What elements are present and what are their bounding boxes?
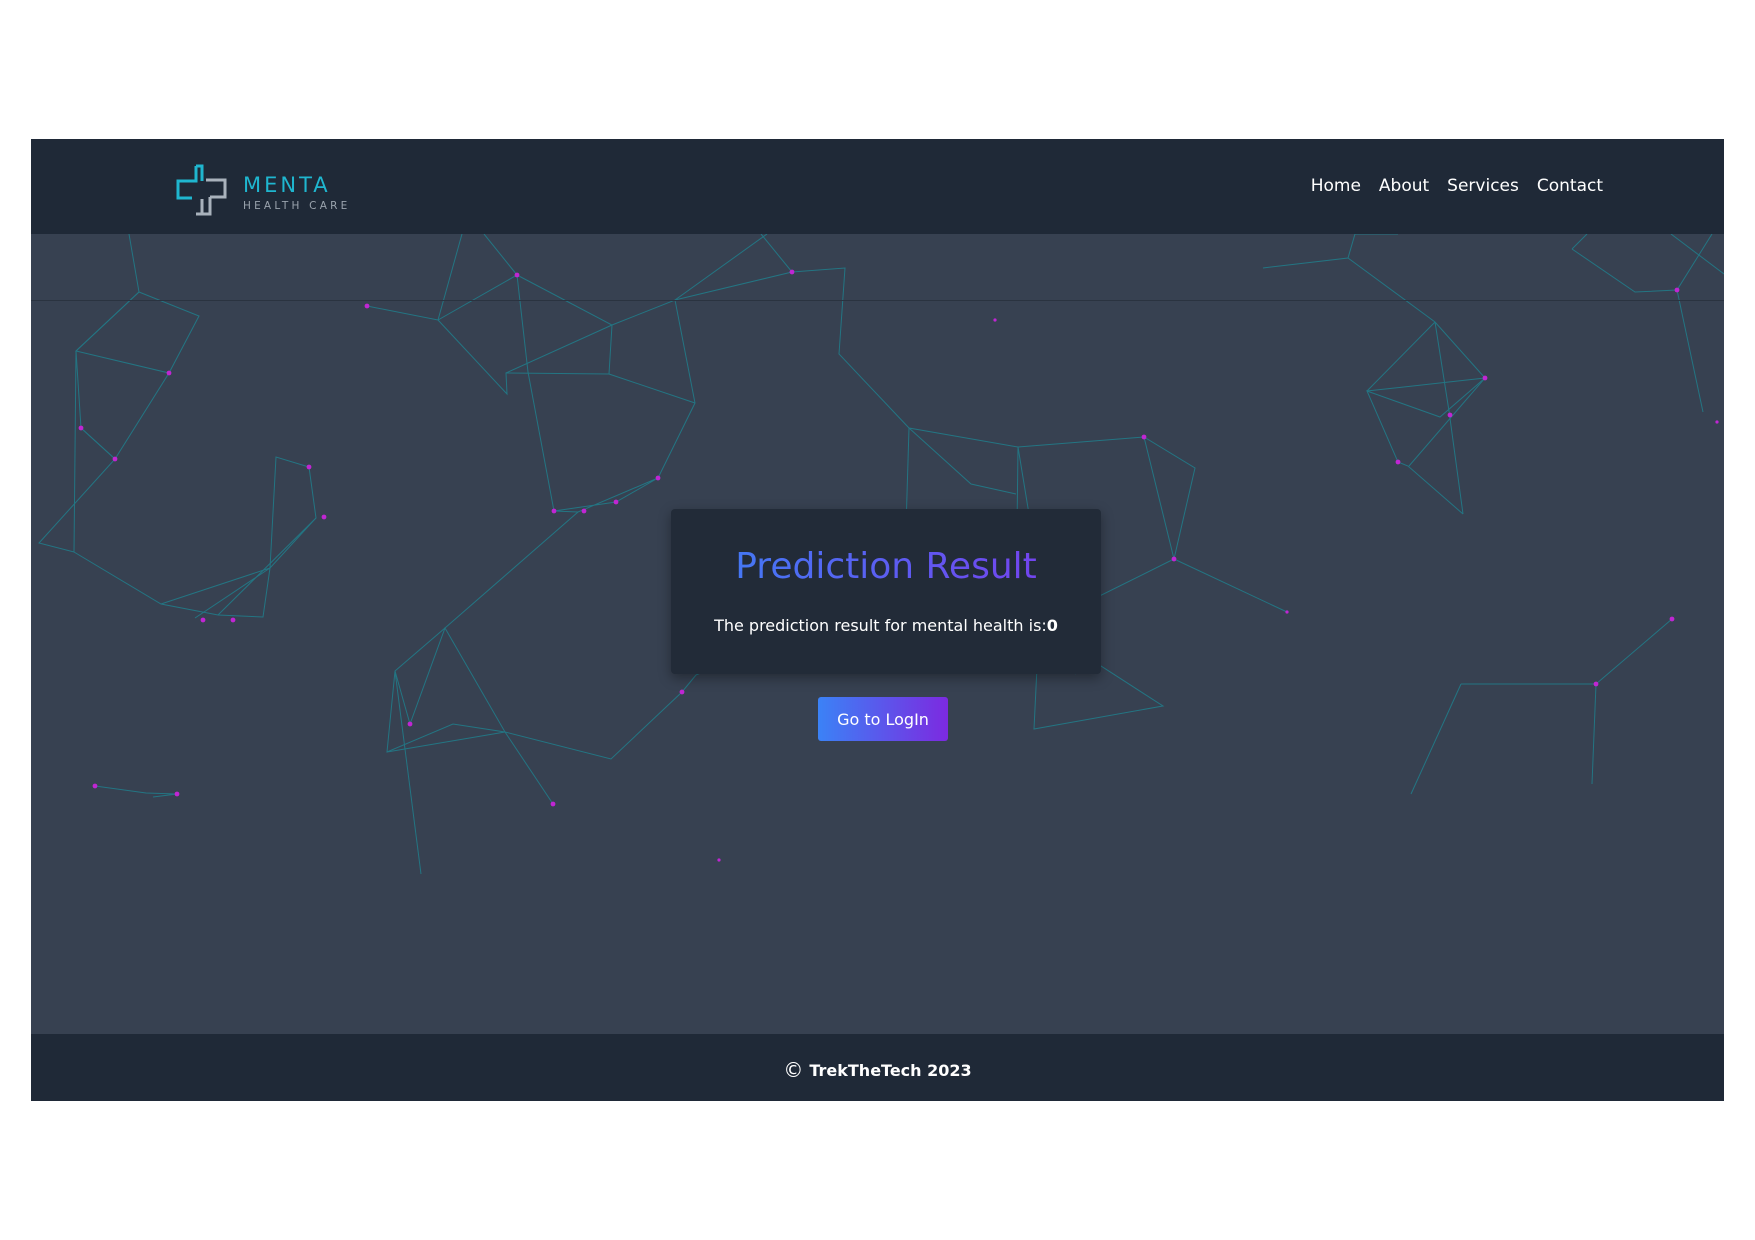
nav-menu: Home About Services Contact [1311, 176, 1603, 196]
prediction-result-text: The prediction result for mental health … [671, 616, 1101, 635]
navbar: MENTA HEALTH CARE Home About Services Co… [31, 139, 1724, 234]
nav-services[interactable]: Services [1447, 176, 1519, 196]
result-value: 0 [1046, 616, 1058, 635]
footer: © TrekTheTech 2023 [31, 1034, 1724, 1101]
logo-brand: MENTA [243, 173, 331, 197]
medical-cross-icon [176, 164, 227, 216]
logo-subtitle: HEALTH CARE [243, 200, 351, 212]
nav-contact[interactable]: Contact [1537, 176, 1603, 196]
divider-line [31, 300, 1724, 301]
nav-about[interactable]: About [1379, 176, 1429, 196]
copyright-icon: © [783, 1058, 804, 1082]
go-to-login-button[interactable]: Go to LogIn [818, 697, 948, 741]
result-label: The prediction result for mental health … [714, 616, 1047, 635]
footer-copyright: © TrekTheTech 2023 [31, 1058, 1724, 1082]
logo[interactable]: MENTA HEALTH CARE [174, 163, 364, 217]
card-title: Prediction Result [671, 546, 1101, 587]
footer-text: TrekTheTech 2023 [809, 1061, 972, 1080]
page-frame: MENTA HEALTH CARE Home About Services Co… [31, 139, 1724, 1101]
nav-home[interactable]: Home [1311, 176, 1361, 196]
prediction-card: Prediction Result The prediction result … [671, 509, 1101, 674]
